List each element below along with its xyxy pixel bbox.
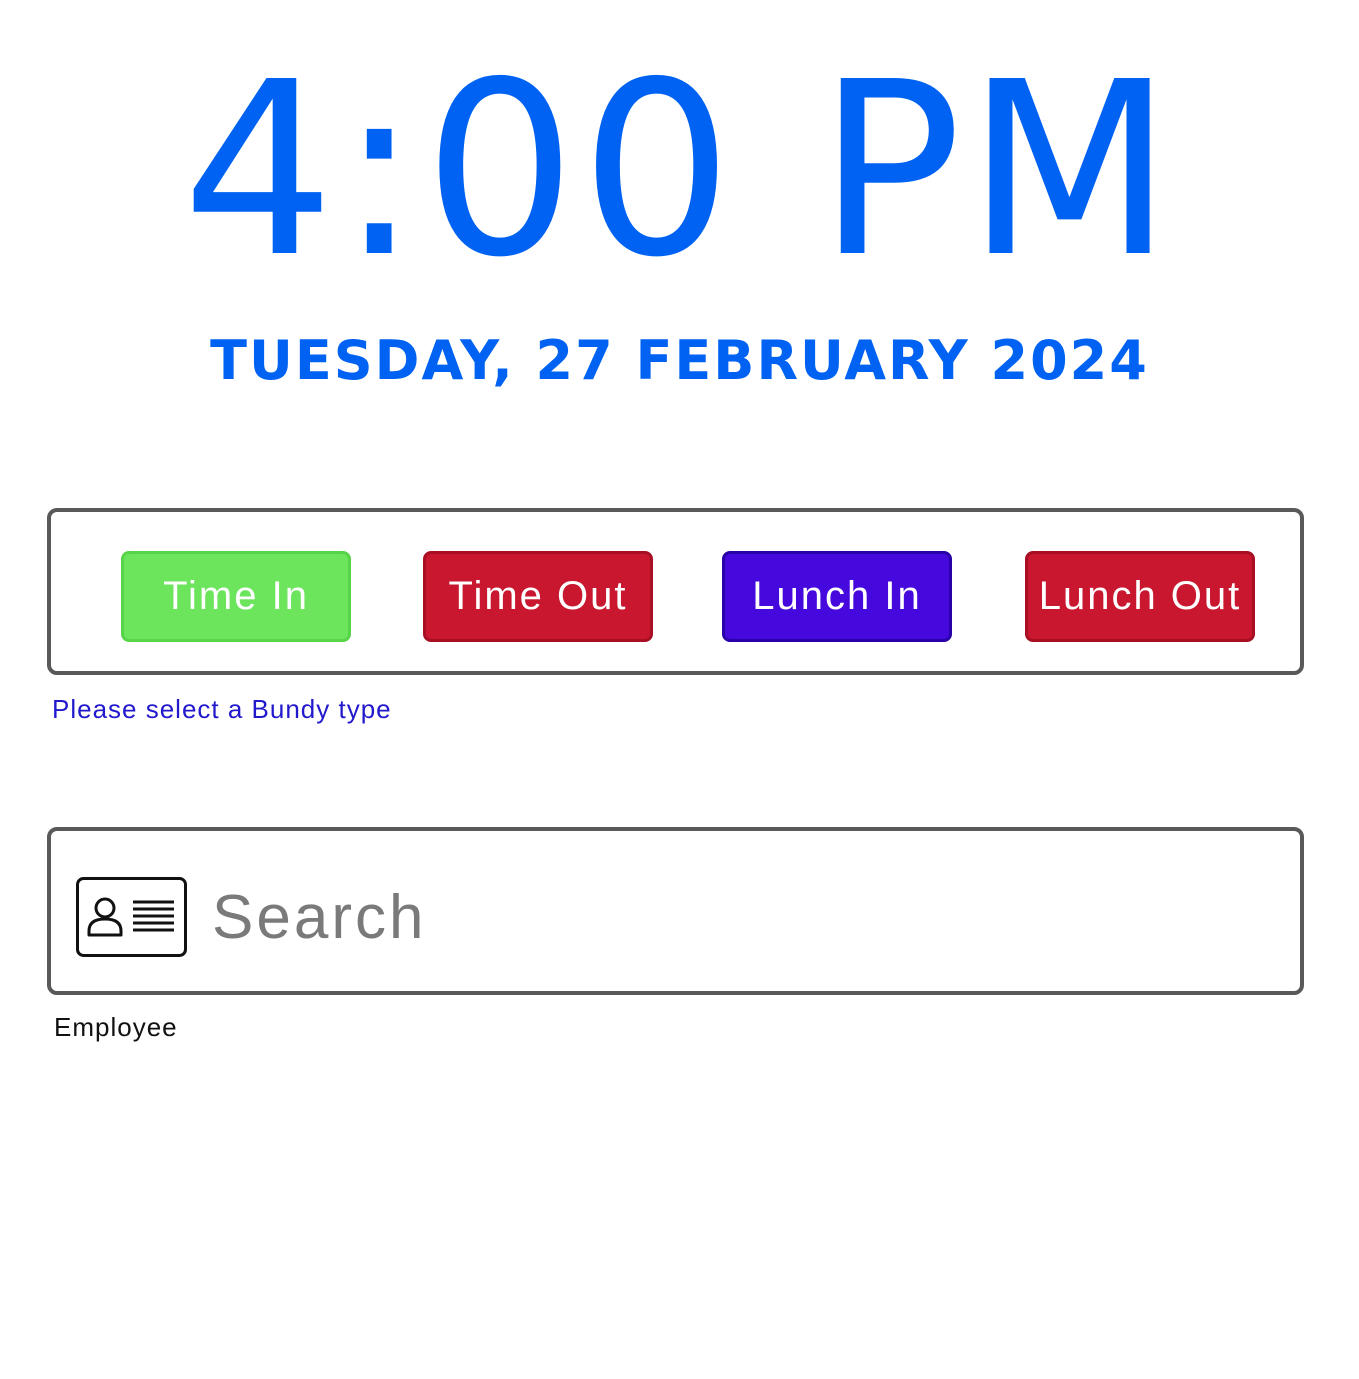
lunch-out-button[interactable]: Lunch Out bbox=[1025, 551, 1255, 642]
time-in-button[interactable]: Time In bbox=[121, 551, 351, 642]
lunch-in-button[interactable]: Lunch In bbox=[722, 551, 952, 642]
id-card-icon bbox=[76, 877, 187, 957]
clock-date: TUESDAY, 27 FEBRUARY 2024 bbox=[210, 329, 1149, 392]
time-out-button[interactable]: Time Out bbox=[423, 551, 653, 642]
employee-search-input[interactable] bbox=[212, 872, 1282, 962]
clock-time: 4:00 PM bbox=[181, 30, 1178, 310]
bundy-helper-text: Please select a Bundy type bbox=[52, 694, 392, 724]
employee-field-label: Employee bbox=[54, 1012, 178, 1042]
